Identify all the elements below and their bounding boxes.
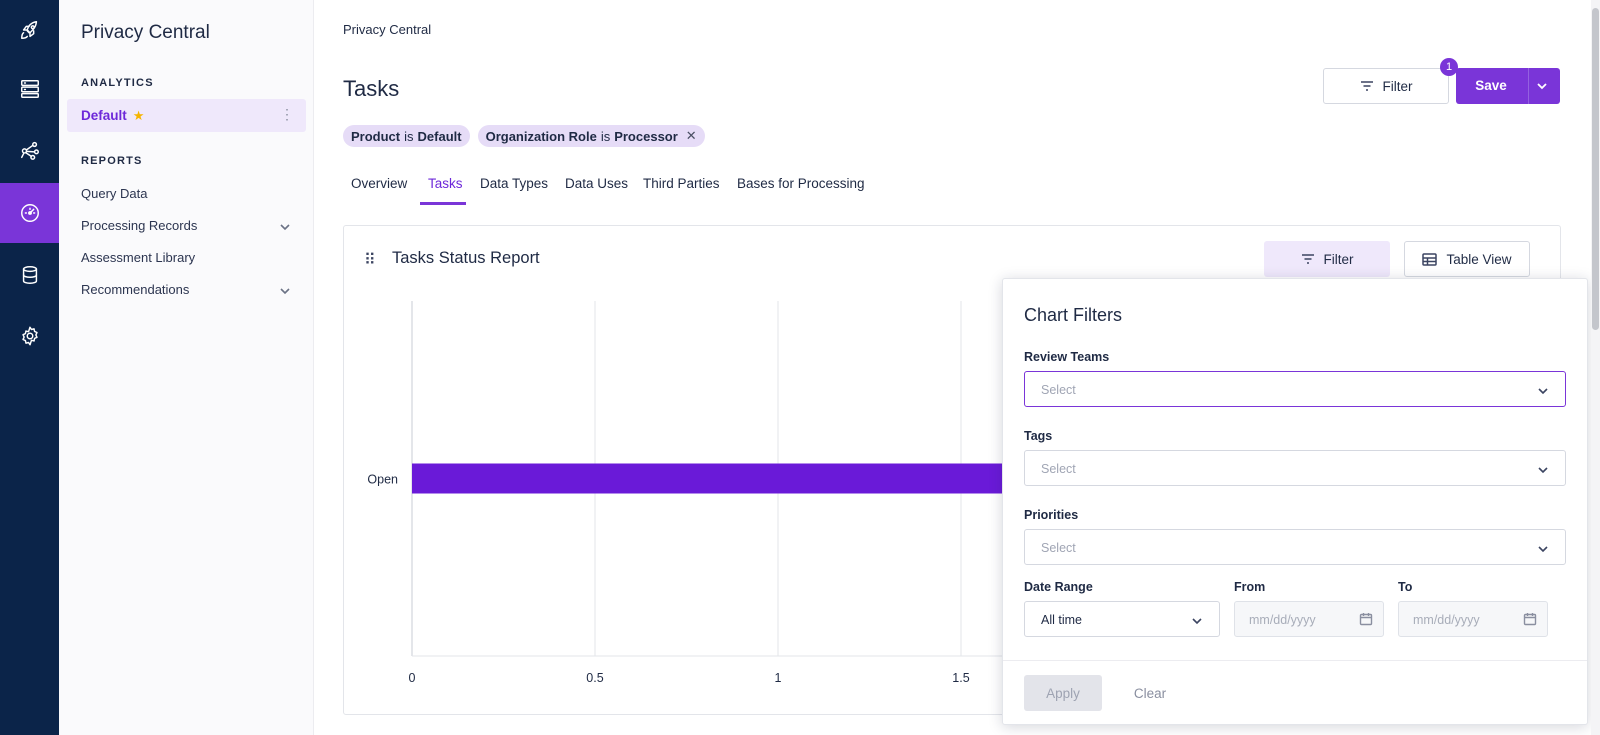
tab-third-parties[interactable]: Third Parties — [643, 176, 720, 191]
chart-x-tick-label: 1 — [775, 671, 782, 685]
chart-filter-button[interactable]: Filter — [1264, 241, 1390, 277]
priorities-placeholder: Select — [1041, 541, 1076, 555]
kebab-menu-icon[interactable]: ⋮ — [280, 107, 294, 121]
chart-x-tick-label: 0.5 — [586, 671, 603, 685]
calendar-icon[interactable] — [1523, 612, 1537, 626]
rail-item-settings[interactable] — [0, 306, 59, 366]
icon-rail — [0, 0, 59, 735]
server-icon — [20, 80, 39, 98]
rail-item-analytics[interactable] — [0, 183, 59, 243]
reports-section-label: REPORTS — [81, 155, 143, 167]
chart-filter-button-label: Filter — [1323, 251, 1354, 267]
from-date-input[interactable]: mm/dd/yyyy — [1234, 601, 1384, 637]
sidebar-item-processing-records[interactable]: Processing Records — [81, 218, 197, 233]
card-title: Tasks Status Report — [392, 249, 540, 267]
sidebar-item-default-dashboard[interactable]: Default ★ ⋮ — [67, 99, 306, 132]
tags-select[interactable]: Select — [1024, 450, 1566, 486]
date-range-select[interactable]: All time — [1024, 601, 1220, 637]
tags-label: Tags — [1024, 429, 1053, 443]
review-teams-placeholder: Select — [1041, 383, 1076, 397]
tab-bar: Overview Tasks Data Types Data Uses Thir… — [343, 168, 1560, 205]
table-view-button[interactable]: Table View — [1404, 241, 1530, 277]
tab-overview[interactable]: Overview — [351, 176, 407, 191]
database-icon — [22, 266, 37, 284]
chip-operator: is — [600, 128, 611, 144]
chip-field: Product — [351, 128, 401, 144]
to-date-placeholder: mm/dd/yyyy — [1413, 613, 1480, 627]
tags-placeholder: Select — [1041, 462, 1076, 476]
filter-chip-product[interactable]: Product is Default — [343, 125, 470, 147]
chart-x-tick-label: 1.5 — [952, 671, 969, 685]
sidebar-item-label: Default — [81, 108, 127, 123]
chevron-down-icon — [1537, 384, 1549, 396]
rail-item-data-map[interactable] — [0, 120, 59, 180]
rocket-icon — [20, 21, 37, 39]
filter-button[interactable]: Filter — [1323, 68, 1449, 104]
chevron-down-icon — [1537, 542, 1549, 554]
table-view-button-label: Table View — [1446, 251, 1512, 267]
filter-icon — [1360, 81, 1373, 91]
rail-item-systems[interactable] — [0, 59, 59, 119]
tab-data-uses[interactable]: Data Uses — [565, 176, 628, 191]
filter-icon — [1301, 254, 1314, 264]
sidebar-item-assessment-library[interactable]: Assessment Library — [81, 250, 195, 265]
priorities-select[interactable]: Select — [1024, 529, 1566, 565]
active-tab-indicator — [420, 202, 466, 205]
page-scrollbar-thumb[interactable] — [1592, 8, 1599, 330]
priorities-label: Priorities — [1024, 508, 1079, 522]
filter-chip-organization-role[interactable]: Organization Role is Processor ✕ — [477, 125, 705, 147]
tab-bases-for-processing[interactable]: Bases for Processing — [737, 176, 865, 191]
clear-button[interactable]: Clear — [1117, 675, 1183, 711]
apply-button[interactable]: Apply — [1024, 675, 1102, 711]
page-title: Tasks — [343, 76, 400, 101]
chevron-down-icon[interactable] — [1536, 80, 1550, 92]
chevron-down-icon[interactable] — [279, 220, 291, 232]
save-button-divider — [1528, 68, 1529, 104]
review-teams-label: Review Teams — [1024, 350, 1110, 364]
sidebar: Privacy Central ANALYTICS Default ★ ⋮ RE… — [59, 0, 314, 735]
tab-data-types[interactable]: Data Types — [480, 176, 548, 191]
tab-tasks[interactable]: Tasks — [428, 176, 463, 191]
from-date-label: From — [1234, 580, 1266, 594]
review-teams-select[interactable]: Select — [1024, 371, 1566, 407]
save-button-label: Save — [1475, 78, 1507, 93]
sidebar-item-recommendations[interactable]: Recommendations — [81, 282, 189, 297]
dashboard-gauge-icon — [20, 204, 39, 222]
drag-handle-icon[interactable]: ⠿ — [364, 250, 376, 270]
breadcrumb[interactable]: Privacy Central — [343, 22, 431, 37]
date-range-value: All time — [1041, 613, 1082, 627]
sidebar-item-query-data[interactable]: Query Data — [81, 186, 147, 201]
rail-item-launch[interactable] — [0, 0, 59, 60]
date-range-label: Date Range — [1024, 580, 1093, 594]
chevron-down-icon — [1537, 463, 1549, 475]
chevron-down-icon — [1191, 614, 1203, 626]
chip-field: Organization Role — [485, 128, 597, 144]
chevron-down-icon[interactable] — [279, 284, 291, 296]
gear-icon — [21, 326, 38, 346]
chip-value: Default — [417, 128, 462, 144]
to-date-input[interactable]: mm/dd/yyyy — [1398, 601, 1548, 637]
chart-filters-title: Chart Filters — [1024, 305, 1123, 325]
filter-button-label: Filter — [1382, 78, 1413, 94]
chip-value: Processor — [614, 128, 678, 144]
chart-y-category-label: Open — [367, 473, 398, 487]
from-date-placeholder: mm/dd/yyyy — [1249, 613, 1316, 627]
analytics-section-label: ANALYTICS — [81, 77, 154, 89]
table-icon — [1422, 252, 1438, 266]
network-icon — [20, 141, 39, 160]
save-button[interactable]: Save — [1456, 68, 1560, 104]
to-date-label: To — [1398, 580, 1413, 594]
chart-filters-popover: Chart Filters Review Teams Select Tags S… — [1002, 278, 1588, 725]
chip-operator: is — [404, 128, 414, 144]
chart-x-tick-label: 0 — [409, 671, 416, 685]
rail-item-data-inventory[interactable] — [0, 245, 59, 305]
popover-divider — [1003, 660, 1587, 661]
sidebar-title: Privacy Central — [81, 22, 210, 43]
filter-chips: Product is Default Organization Role is … — [343, 125, 705, 147]
calendar-icon[interactable] — [1359, 612, 1373, 626]
close-icon[interactable]: ✕ — [686, 128, 697, 144]
star-icon: ★ — [132, 107, 145, 123]
